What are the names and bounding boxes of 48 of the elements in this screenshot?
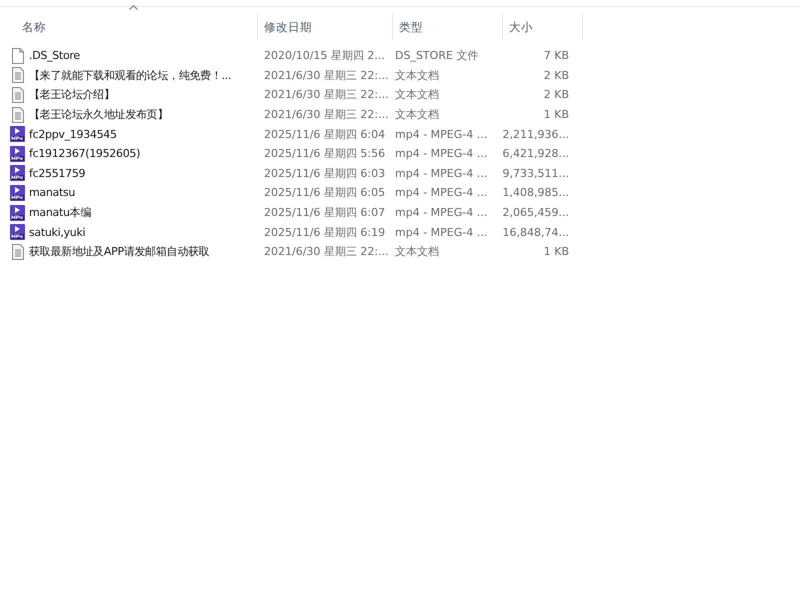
column-header[interactable]: 名称 bbox=[0, 14, 258, 40]
file-size: 1 KB bbox=[542, 108, 569, 122]
modified-date: 2020/10/15 星期四 2... bbox=[263, 48, 386, 64]
modified-date: 2025/11/6 星期四 6:03 bbox=[263, 166, 386, 181]
file-size: 9,733,511... bbox=[502, 166, 569, 180]
column-header[interactable]: 类型 bbox=[393, 14, 503, 40]
column-header[interactable]: 修改日期 bbox=[258, 14, 393, 40]
modified-date: 2021/6/30 星期三 22:... bbox=[263, 87, 389, 102]
file-size: 16,848,74... bbox=[502, 226, 569, 239]
file-size: 1 KB bbox=[542, 245, 569, 258]
file-name[interactable]: fc2551759 bbox=[29, 166, 86, 180]
file-size: 2 KB bbox=[542, 88, 569, 102]
file-type: mp4 - MPEG-4 ... bbox=[394, 226, 488, 239]
modified-date: 2021/6/30 星期三 22:... bbox=[263, 68, 389, 83]
file-type: DS_STORE 文件 bbox=[394, 48, 480, 64]
file-name[interactable]: 获取最新地址及APP请发邮箱自动获取 bbox=[29, 244, 210, 260]
file-size: 2 KB bbox=[542, 68, 569, 82]
file-size: 7 KB bbox=[542, 49, 569, 62]
file-type: mp4 - MPEG-4 ... bbox=[394, 166, 488, 180]
modified-date: 2021/6/30 星期三 22:... bbox=[263, 107, 389, 122]
file-size: 2,065,459... bbox=[502, 206, 569, 220]
file-size: 1,408,985... bbox=[502, 186, 569, 200]
file-type: mp4 - MPEG-4 ... bbox=[394, 128, 488, 141]
modified-date: 2021/6/30 星期三 22:... bbox=[263, 244, 389, 260]
file-type: 文本文档 bbox=[394, 244, 440, 260]
file-type: mp4 - MPEG-4 ... bbox=[394, 206, 488, 220]
modified-date: 2025/11/6 星期四 6:04 bbox=[263, 126, 386, 142]
file-name[interactable]: .DS_Store bbox=[29, 49, 80, 62]
modified-date: 2025/11/6 星期四 5:56 bbox=[263, 146, 386, 162]
file-type: mp4 - MPEG-4 ... bbox=[394, 186, 488, 200]
file-name[interactable]: fc1912367(1952605) bbox=[29, 147, 140, 160]
file-type: 文本文档 bbox=[394, 87, 440, 102]
modified-date: 2025/11/6 星期四 6:05 bbox=[263, 185, 386, 200]
file-name[interactable]: 【老王论坛介绍】 bbox=[29, 87, 115, 102]
modified-date: 2025/11/6 星期四 6:07 bbox=[263, 205, 386, 220]
file-name[interactable]: satuki,yuki bbox=[29, 226, 86, 239]
file-type: 文本文档 bbox=[394, 107, 440, 122]
file-size: 2,211,936... bbox=[502, 128, 569, 141]
modified-date: 2025/11/6 星期四 6:19 bbox=[263, 224, 386, 240]
file-name[interactable]: fc2ppv_1934545 bbox=[29, 128, 117, 141]
file-name[interactable]: manatsu bbox=[29, 186, 76, 200]
file-type: 文本文档 bbox=[394, 68, 440, 83]
file-size: 6,421,928... bbox=[502, 147, 569, 160]
file-type: mp4 - MPEG-4 ... bbox=[394, 147, 488, 160]
file-name[interactable]: 【来了就能下载和观看的论坛，纯免费！... bbox=[29, 68, 232, 83]
column-header[interactable]: 大小 bbox=[503, 14, 583, 40]
file-name[interactable]: manatu本编 bbox=[29, 205, 92, 220]
file-name[interactable]: 【老王论坛永久地址发布页】 bbox=[29, 107, 168, 122]
